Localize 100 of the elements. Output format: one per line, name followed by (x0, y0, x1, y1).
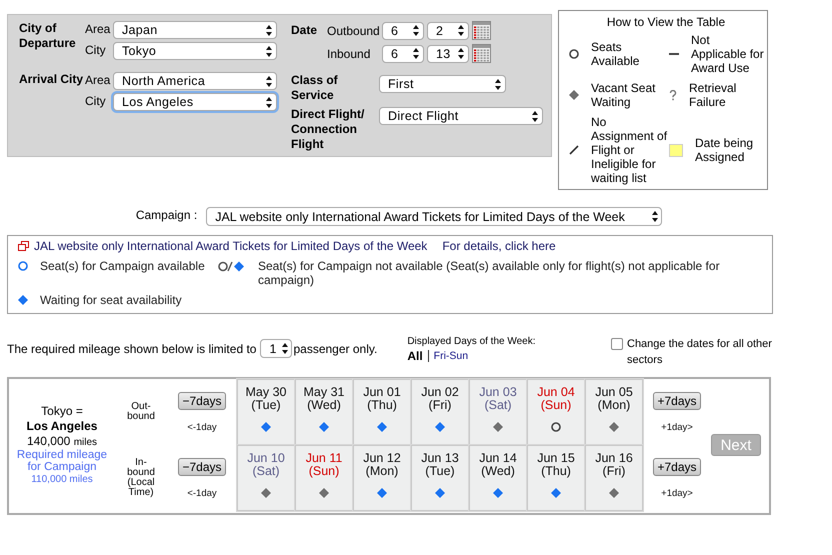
direction-label: Out- bound (127, 402, 155, 422)
updown-arrows-icon (413, 25, 419, 36)
date-cell[interactable]: Jun 10 (Sat) (237, 445, 295, 511)
flight-type-select[interactable]: Direct Flight (379, 107, 543, 125)
updown-arrows-icon (282, 343, 288, 354)
passenger-select[interactable]: 1 (260, 339, 292, 358)
checkbox[interactable] (611, 338, 623, 350)
popup-window-icon (18, 241, 29, 251)
class-label: Class of Service (291, 73, 339, 103)
slash-icon (569, 145, 579, 155)
legend-text: Retrieval Failure (689, 81, 738, 109)
date-label: Jun 01 (Thu) (363, 386, 401, 412)
area-select[interactable]: North America (113, 72, 277, 90)
route-to: Los Angeles (26, 420, 98, 432)
dash-icon (669, 53, 679, 55)
day-select[interactable]: 2 (427, 22, 469, 40)
date-cell[interactable]: Jun 01 (Thu) (353, 379, 411, 445)
days-filter-option[interactable]: Fri-Sun (428, 350, 474, 362)
updown-arrows-icon (532, 110, 538, 122)
legend-text: Date being Assigned (695, 136, 754, 164)
campaign-legend-text: Seat(s) for Campaign not available (Seat(s) available only for flight(s) not applicable for campaign) (258, 259, 721, 287)
date-cell[interactable]: Jun 16 (Fri) (585, 445, 643, 511)
date-label: Jun 03 (Sat) (479, 386, 517, 412)
inbound-label: Inbound (327, 46, 372, 62)
date-label: May 30 (Tue) (246, 386, 286, 412)
campaign-select[interactable]: JAL website only International Award Tickets for Limited Days of the Week (206, 207, 662, 226)
plus-week-button[interactable]: +7days (653, 458, 701, 476)
updown-arrows-icon (266, 24, 272, 36)
circle-icon (569, 49, 579, 59)
date-cell[interactable]: Jun 14 (Wed) (469, 445, 527, 511)
change-dates-label: Change the dates for all other sectors (627, 337, 773, 368)
date-cell[interactable]: Jun 03 (Sat) (469, 379, 527, 445)
area-label: Area (85, 21, 112, 37)
date-label: Jun 16 (Fri) (595, 452, 633, 478)
mileage-note: passenger only. (293, 342, 378, 356)
date-label: May 31 (Wed) (304, 386, 344, 412)
route-from: Tokyo = (41, 404, 83, 418)
date-label: Jun 12 (Mon) (363, 452, 401, 478)
date-cell[interactable]: Jun 11 (Sun) (295, 445, 353, 511)
updown-arrows-icon (266, 76, 272, 86)
city-select[interactable]: Tokyo (113, 42, 277, 60)
next-day-link[interactable]: +1day> (661, 488, 693, 499)
area-select[interactable]: Japan (113, 21, 277, 39)
date-cell[interactable]: May 30 (Tue) (237, 379, 295, 445)
date-label: Jun 05 (Mon) (595, 386, 633, 412)
city-label: City (85, 42, 107, 58)
date-cell[interactable]: Jun 02 (Fri) (411, 379, 469, 445)
date-label: Jun 14 (Wed) (479, 452, 517, 478)
legend-text: Vacant Seat Waiting (591, 81, 656, 109)
flight-type-label: Direct Flight/ Connection Flight (291, 107, 366, 152)
month-select[interactable]: 6 (382, 22, 424, 40)
updown-arrows-icon (266, 96, 272, 108)
date-cell[interactable]: Jun 04 (Sun) (527, 379, 585, 445)
date-label: Jun 02 (Fri) (421, 386, 459, 412)
swatch-icon (669, 144, 683, 156)
updown-arrows-icon (495, 78, 501, 90)
required-miles: 140,000 miles (26, 434, 98, 448)
legend-text: Not Applicable for Award Use (691, 33, 765, 75)
plus-week-button[interactable]: +7days (653, 392, 701, 410)
date-label: Jun 13 (Tue) (421, 452, 459, 478)
next-day-link[interactable]: +1day> (661, 422, 693, 433)
updown-arrows-icon (458, 25, 464, 36)
direction-label: In- bound (Local Time) (126, 458, 156, 498)
legend-title: How to View the Table (606, 15, 726, 29)
area-label: Area (85, 72, 112, 88)
date-cell[interactable]: Jun 05 (Mon) (585, 379, 643, 445)
field-label: Arrival City (19, 72, 84, 87)
campaign-legend-text: Waiting for seat availability (40, 293, 182, 307)
circle-icon (18, 261, 28, 271)
date-cell[interactable]: Jun 15 (Thu) (527, 445, 585, 511)
diamond-icon (18, 295, 28, 305)
day-select[interactable]: 13 (427, 44, 469, 62)
date-label: Jun 11 (Sun) (306, 452, 342, 478)
campaign-label: Campaign : (136, 208, 198, 222)
campaign-legend-text: Seat(s) for Campaign available (40, 259, 205, 273)
date-label: Jun 10 (Sat) (247, 452, 285, 478)
city-label: City (85, 93, 107, 109)
days-filter-option[interactable]: All (407, 349, 428, 363)
minus-week-button[interactable]: −7days (178, 392, 226, 410)
city-select[interactable]: Los Angeles (113, 93, 277, 111)
date-cell[interactable]: May 31 (Wed) (295, 379, 353, 445)
question-mark-icon (669, 90, 677, 100)
calendar-icon[interactable] (472, 21, 491, 40)
calendar-icon[interactable] (472, 44, 491, 63)
minus-week-button[interactable]: −7days (178, 458, 226, 476)
circle-slash-diamond-icon (218, 261, 246, 272)
month-select[interactable]: 6 (382, 44, 424, 62)
date-cell[interactable]: Jun 12 (Mon) (353, 445, 411, 511)
legend-text: No Assignment of Flight or Ineligible for waiting list (591, 115, 668, 185)
details-link[interactable]: For details, click here (442, 239, 556, 253)
class-select[interactable]: First (379, 75, 506, 93)
updown-arrows-icon (266, 46, 272, 56)
date-label: Jun 15 (Thu) (537, 452, 575, 478)
outbound-label: Outbound (327, 22, 379, 38)
previous-day-link[interactable]: <-1day (187, 422, 217, 433)
diamond-icon (569, 90, 579, 100)
days-filter-label: Displayed Days of the Week: (407, 336, 536, 347)
campaign-mileage-label: Required mileage for Campaign (16, 448, 108, 472)
previous-day-link[interactable]: <-1day (187, 488, 217, 499)
date-cell[interactable]: Jun 13 (Tue) (411, 445, 469, 511)
